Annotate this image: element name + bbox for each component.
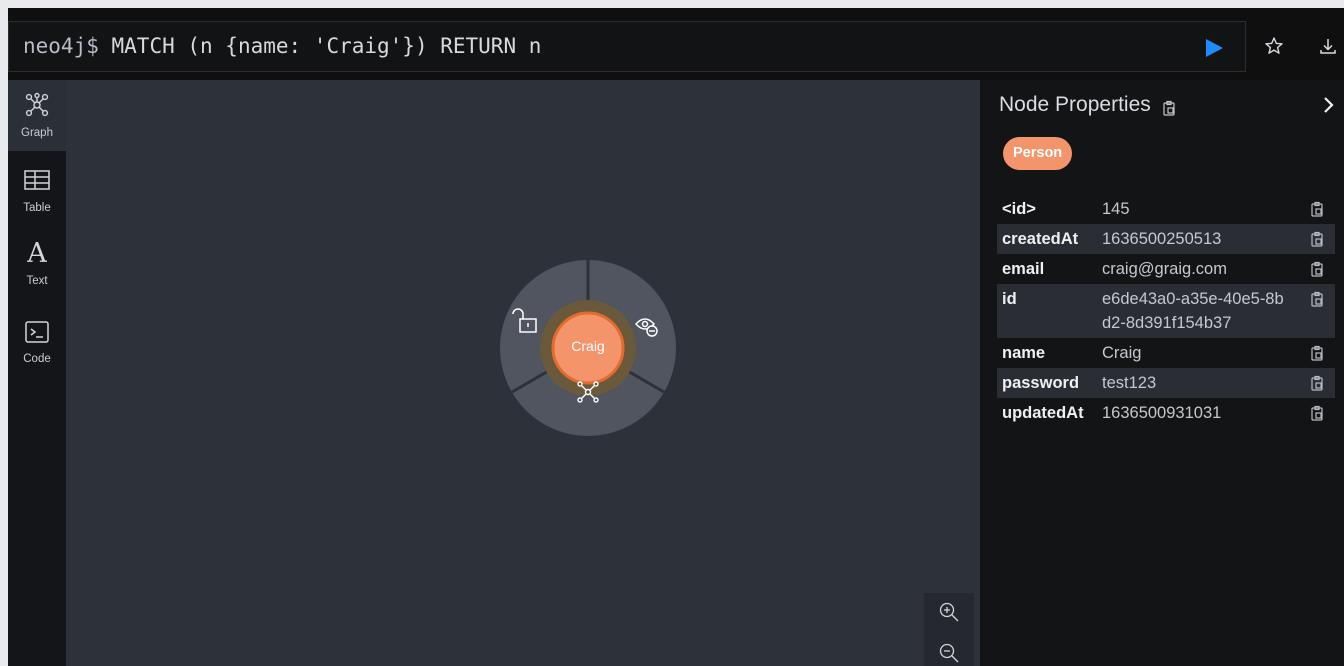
property-key: <id> <box>1002 200 1036 218</box>
nav-graph-label: Graph <box>21 127 53 139</box>
window-left-edge <box>0 8 8 666</box>
query-text[interactable]: neo4j$ MATCH (n {name: 'Craig'}) RETURN … <box>23 34 541 58</box>
property-row: updatedAt 1636500931031 <box>997 398 1335 428</box>
properties-table: <id> 145 createdAt 1636500250513 email craig@… <box>997 194 1335 428</box>
property-value: craig@graig.com <box>1102 260 1227 278</box>
zoom-in-icon[interactable] <box>938 601 960 623</box>
property-key: createdAt <box>1002 230 1079 248</box>
download-icon[interactable] <box>1317 36 1339 58</box>
property-value: 1636500931031 <box>1102 404 1222 422</box>
property-row: <id> 145 <box>997 194 1335 224</box>
chevron-right-icon[interactable] <box>1320 95 1338 115</box>
property-value: e6de43a0-a35e-40e5-8bd2-8d391f154b37 <box>1102 290 1284 332</box>
property-row: createdAt 1636500250513 <box>997 224 1335 254</box>
panel-title: Node Properties <box>999 93 1151 116</box>
property-key: name <box>1002 344 1046 362</box>
copy-value-icon[interactable] <box>1309 345 1325 361</box>
table-icon <box>24 170 50 190</box>
graph-icon <box>25 92 49 117</box>
property-value: 145 <box>1102 200 1130 218</box>
nav-graph[interactable]: Graph <box>8 80 66 151</box>
window-top-strip <box>0 0 1344 8</box>
nav-code[interactable]: Code <box>8 308 66 379</box>
property-key: id <box>1002 290 1017 308</box>
nav-text[interactable]: A Text <box>8 234 66 305</box>
property-row: name Craig <box>997 338 1335 368</box>
copy-value-icon[interactable] <box>1309 261 1325 277</box>
terminal-icon <box>25 321 49 343</box>
node-caption: Craig <box>571 338 605 354</box>
property-key: email <box>1002 260 1045 278</box>
query-editor[interactable]: neo4j$ MATCH (n {name: 'Craig'}) RETURN … <box>8 21 1246 72</box>
property-row: email craig@graig.com <box>997 254 1335 284</box>
nav-text-label: Text <box>26 275 48 287</box>
property-row: id e6de43a0-a35e-40e5-8bd2-8d391f154b37 <box>997 284 1335 338</box>
query-input[interactable]: MATCH (n {name: 'Craig'}) RETURN n <box>112 34 542 58</box>
node-properties-panel: Node Properties Person <id> 145 createdAt 1… <box>980 80 1344 666</box>
label-badge-person[interactable]: Person <box>1003 137 1073 170</box>
copy-value-icon[interactable] <box>1309 231 1325 247</box>
property-row: password test123 <box>997 368 1335 398</box>
nav-table-label: Table <box>23 202 51 214</box>
view-switcher: Graph Table A Text Code <box>8 80 66 666</box>
property-value: 1636500250513 <box>1102 230 1222 248</box>
nav-table[interactable]: Table <box>8 160 66 231</box>
graph-canvas[interactable]: Craig <box>66 80 980 666</box>
property-value: Craig <box>1102 344 1142 362</box>
clipboard-icon[interactable] <box>1161 100 1177 116</box>
query-prompt: neo4j$ <box>23 34 99 58</box>
nav-code-label: Code <box>23 353 51 365</box>
zoom-out-icon[interactable] <box>938 642 960 664</box>
copy-value-icon[interactable] <box>1309 405 1325 421</box>
property-value: test123 <box>1102 374 1157 392</box>
text-icon: A <box>27 238 47 269</box>
property-key: updatedAt <box>1002 404 1084 422</box>
zoom-controls <box>924 593 974 666</box>
copy-value-icon[interactable] <box>1309 375 1325 391</box>
property-key: password <box>1002 374 1080 392</box>
play-icon[interactable] <box>1203 37 1225 59</box>
star-icon[interactable] <box>1263 35 1285 57</box>
copy-value-icon[interactable] <box>1309 291 1325 307</box>
copy-value-icon[interactable] <box>1309 201 1325 217</box>
